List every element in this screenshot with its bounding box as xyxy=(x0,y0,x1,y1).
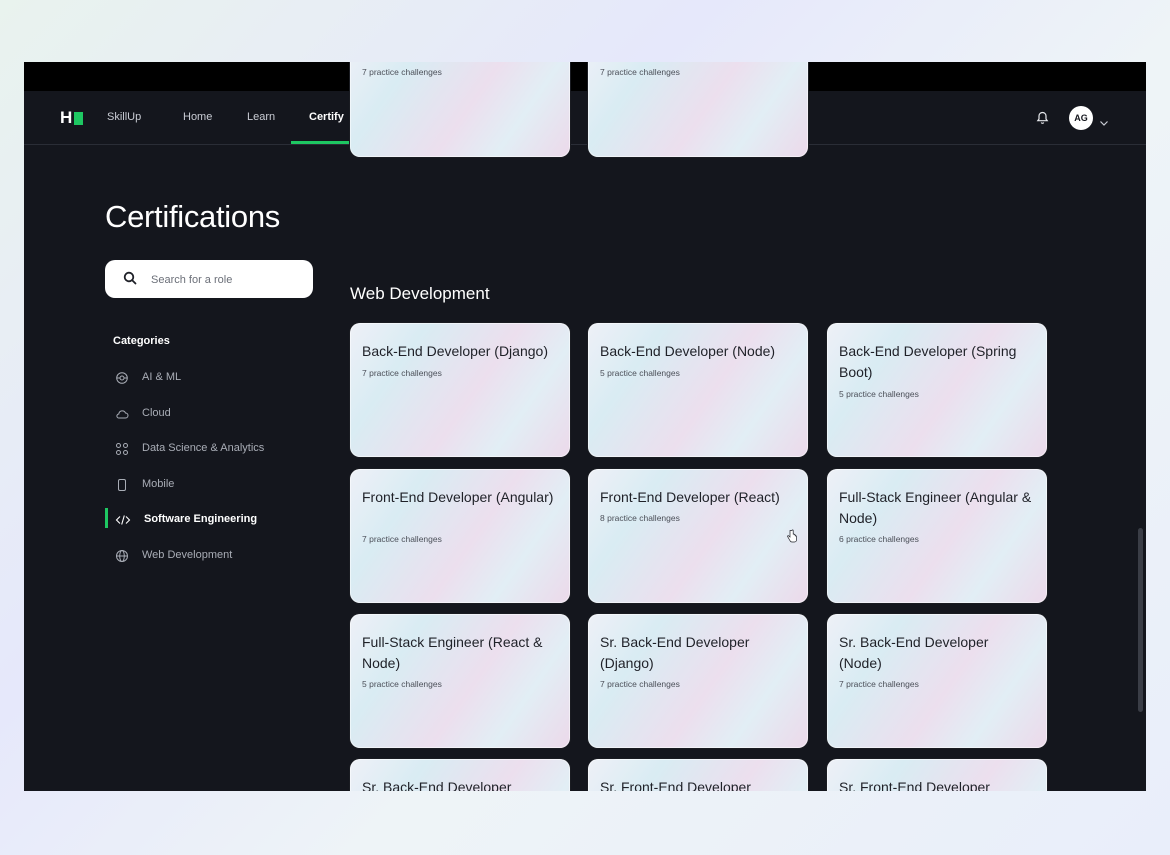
card-title: Front-End Developer (Angular) xyxy=(362,489,554,505)
data-science-icon xyxy=(115,442,129,456)
globe-icon xyxy=(115,549,129,563)
page-title: Certifications xyxy=(105,199,280,234)
category-web-development[interactable]: Web Development xyxy=(105,544,305,568)
ai-ml-icon xyxy=(115,371,129,385)
code-icon xyxy=(115,513,131,527)
certification-card[interactable]: Full-Stack Engineer (React & Node) 5 pra… xyxy=(350,614,570,748)
scrollbar[interactable] xyxy=(1138,528,1143,712)
certification-card[interactable]: Back-End Developer (Node) 5 practice cha… xyxy=(588,323,808,457)
certification-card[interactable]: Back-End Developer (Django) 7 practice c… xyxy=(350,323,570,457)
card-title: Sr. Back-End Developer (Node) xyxy=(839,634,989,671)
search-icon xyxy=(123,271,137,290)
card-subtitle: 7 practice challenges xyxy=(362,534,442,544)
certification-card[interactable]: Sr. Front-End Developer xyxy=(588,759,808,791)
search-input[interactable] xyxy=(149,269,303,291)
card-subtitle: 5 practice challenges xyxy=(839,389,919,399)
nav-learn[interactable]: Learn xyxy=(247,111,275,123)
card-title: Back-End Developer (Django) xyxy=(362,343,548,359)
card-subtitle: 7 practice challenges xyxy=(600,679,680,689)
category-label: Data Science & Analytics xyxy=(142,442,265,454)
category-ai-ml[interactable]: AI & ML xyxy=(105,366,305,390)
logo[interactable]: H xyxy=(60,108,84,127)
certification-card[interactable]: 7 practice challenges xyxy=(350,62,570,157)
categories-heading: Categories xyxy=(113,335,170,347)
card-subtitle: 7 practice challenges xyxy=(362,67,442,77)
top-nav: H SkillUp Home Learn Certify AG xyxy=(24,91,1146,145)
certification-card[interactable]: Front-End Developer (Angular) 7 practice… xyxy=(350,469,570,603)
certification-card[interactable]: Sr. Front-End Developer xyxy=(827,759,1047,791)
section-heading: Web Development xyxy=(350,284,490,303)
app-window: H SkillUp Home Learn Certify AG Certific… xyxy=(24,62,1146,791)
avatar[interactable]: AG xyxy=(1069,106,1093,130)
card-title: Full-Stack Engineer (Angular & Node) xyxy=(839,489,1032,526)
card-subtitle: 7 practice challenges xyxy=(600,67,680,77)
card-subtitle: 5 practice challenges xyxy=(600,368,680,378)
nav-skillup[interactable]: SkillUp xyxy=(107,111,141,123)
window-topbar xyxy=(24,62,1146,91)
hand-cursor-icon xyxy=(786,529,798,548)
category-label: Web Development xyxy=(142,549,233,561)
certification-card[interactable]: Front-End Developer (React) 8 practice c… xyxy=(588,469,808,603)
card-subtitle: 5 practice challenges xyxy=(362,679,442,689)
logo-mark xyxy=(74,111,84,125)
card-title: Sr. Back-End Developer xyxy=(362,779,512,791)
card-title: Full-Stack Engineer (React & Node) xyxy=(362,634,543,671)
category-label: Cloud xyxy=(142,407,171,419)
certification-card[interactable]: Full-Stack Engineer (Angular & Node) 6 p… xyxy=(827,469,1047,603)
card-title: Sr. Front-End Developer xyxy=(839,779,990,791)
certification-card[interactable]: Sr. Back-End Developer (Node) 7 practice… xyxy=(827,614,1047,748)
category-label: Mobile xyxy=(142,478,175,490)
card-title: Back-End Developer (Spring Boot) xyxy=(839,343,1017,380)
card-subtitle: 6 practice challenges xyxy=(839,534,919,544)
mobile-icon xyxy=(115,478,129,492)
category-software-engineering[interactable]: Software Engineering xyxy=(105,508,305,532)
bell-icon[interactable] xyxy=(1036,111,1049,130)
search-box[interactable] xyxy=(105,260,313,298)
cloud-icon xyxy=(115,407,129,421)
logo-letter: H xyxy=(60,108,73,127)
certification-card[interactable]: 7 practice challenges xyxy=(588,62,808,157)
card-title: Sr. Front-End Developer xyxy=(600,779,751,791)
certification-card[interactable]: Back-End Developer (Spring Boot) 5 pract… xyxy=(827,323,1047,457)
category-label: AI & ML xyxy=(142,371,182,383)
nav-home[interactable]: Home xyxy=(183,111,212,123)
card-title: Front-End Developer (React) xyxy=(600,489,780,505)
category-cloud[interactable]: Cloud xyxy=(105,402,305,426)
card-subtitle: 7 practice challenges xyxy=(362,368,442,378)
certification-card[interactable]: Sr. Back-End Developer xyxy=(350,759,570,791)
card-title: Back-End Developer (Node) xyxy=(600,343,776,359)
nav-certify[interactable]: Certify xyxy=(309,111,344,123)
card-subtitle: 8 practice challenges xyxy=(600,513,680,523)
card-subtitle: 7 practice challenges xyxy=(839,679,919,689)
category-label: Software Engineering xyxy=(144,513,258,525)
selected-indicator xyxy=(105,508,108,528)
card-title: Sr. Back-End Developer (Django) xyxy=(600,634,750,671)
chevron-down-icon[interactable] xyxy=(1099,114,1109,132)
category-mobile[interactable]: Mobile xyxy=(105,473,305,497)
category-data-science[interactable]: Data Science & Analytics xyxy=(105,437,305,461)
certification-card[interactable]: Sr. Back-End Developer (Django) 7 practi… xyxy=(588,614,808,748)
